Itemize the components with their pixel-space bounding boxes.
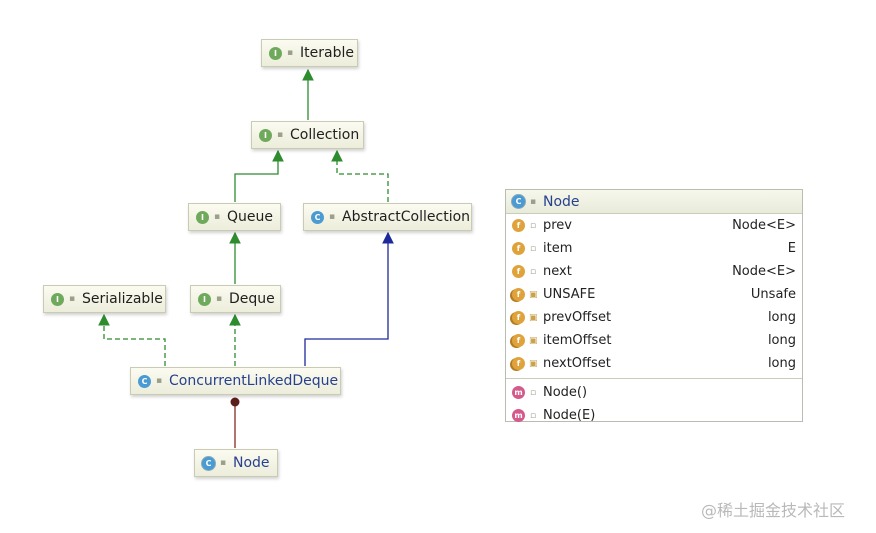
method-name: Node(E) [543, 408, 596, 423]
field-type: long [767, 310, 796, 325]
private-lock-icon: ▣ [529, 289, 538, 300]
private-visibility-icon: ▪ [219, 458, 227, 468]
field-row[interactable]: f ▣ nextOffset long [506, 352, 802, 375]
field-type: long [767, 356, 796, 371]
field-icon: f [512, 219, 525, 232]
field-type: Node<E> [732, 264, 796, 279]
field-type: long [767, 333, 796, 348]
edge-queue-collection [234, 149, 284, 202]
field-row[interactable]: f ▫ next Node<E> [506, 260, 802, 283]
edge-cld-abstractcollection [304, 231, 394, 366]
field-row[interactable]: f ▫ item E [506, 237, 802, 260]
interface-icon: I [198, 292, 211, 306]
node-serializable[interactable]: I ▪ Serializable [43, 285, 166, 313]
interface-icon: I [259, 128, 272, 142]
field-name: itemOffset [543, 333, 612, 348]
static-class-icon: C [512, 195, 525, 208]
interface-icon: I [269, 46, 282, 60]
field-name: nextOffset [543, 356, 611, 371]
private-lock-icon: ▣ [529, 335, 538, 346]
node-concurrent-linked-deque[interactable]: C ▪ ConcurrentLinkedDeque [130, 367, 341, 395]
field-row[interactable]: f ▣ UNSAFE Unsafe [506, 283, 802, 306]
node-collection[interactable]: I ▪ Collection [251, 121, 364, 149]
field-row[interactable]: f ▫ prev Node<E> [506, 214, 802, 237]
public-visibility-icon: ▪ [215, 294, 223, 304]
node-label: Collection [290, 127, 360, 143]
method-row[interactable]: m ▫ Node() [506, 381, 802, 404]
method-icon: m [512, 409, 525, 422]
field-type: Node<E> [732, 218, 796, 233]
field-icon: f [512, 242, 525, 255]
abstract-class-icon: C [311, 210, 324, 224]
package-visibility-icon: ▫ [529, 266, 537, 277]
node-label: AbstractCollection [342, 209, 471, 225]
node-iterable[interactable]: I ▪ Iterable [261, 39, 358, 67]
method-name: Node() [543, 385, 588, 400]
private-lock-icon: ▣ [529, 312, 538, 323]
panel-title: Node [543, 193, 580, 210]
public-visibility-icon: ▪ [155, 376, 163, 386]
method-icon: m [512, 386, 525, 399]
node-label: Iterable [300, 45, 354, 61]
private-visibility-icon: ▪ [529, 196, 537, 207]
interface-icon: I [51, 292, 64, 306]
node-details-panel: C ▪ Node f ▫ prev Node<E> f ▫ item E f ▫… [505, 189, 803, 423]
private-lock-icon: ▣ [529, 358, 538, 369]
field-name: next [543, 264, 572, 279]
interface-icon: I [196, 210, 209, 224]
static-field-icon: f [512, 334, 525, 347]
package-visibility-icon: ▫ [529, 243, 537, 254]
field-name: item [543, 241, 573, 256]
field-row[interactable]: f ▣ itemOffset long [506, 329, 802, 352]
static-class-icon: C [202, 456, 215, 470]
fields-section: f ▫ prev Node<E> f ▫ item E f ▫ next Nod… [506, 214, 802, 375]
field-type: E [787, 241, 796, 256]
node-label: ConcurrentLinkedDeque [169, 373, 339, 389]
public-visibility-icon: ▪ [276, 130, 284, 140]
node-label: Node [233, 455, 270, 471]
watermark: @稀土掘金技术社区 [701, 501, 846, 520]
static-field-icon: f [512, 311, 525, 324]
field-name: UNSAFE [543, 287, 596, 302]
field-name: prevOffset [543, 310, 612, 325]
panel-header[interactable]: C ▪ Node [506, 190, 802, 214]
public-visibility-icon: ▪ [286, 48, 294, 58]
public-visibility-icon: ▪ [68, 294, 76, 304]
node-label: Queue [227, 209, 273, 225]
field-row[interactable]: f ▣ prevOffset long [506, 306, 802, 329]
field-icon: f [512, 265, 525, 278]
package-visibility-icon: ▫ [529, 387, 537, 398]
method-row[interactable]: m ▫ Node(E) [506, 404, 802, 427]
node-abstract-collection[interactable]: C ▪ AbstractCollection [303, 203, 472, 231]
node-node[interactable]: C ▪ Node [194, 449, 278, 477]
static-field-icon: f [512, 288, 525, 301]
public-visibility-icon: ▪ [328, 212, 336, 222]
node-deque[interactable]: I ▪ Deque [190, 285, 281, 313]
static-field-icon: f [512, 357, 525, 370]
node-queue[interactable]: I ▪ Queue [188, 203, 281, 231]
node-label: Deque [229, 291, 275, 307]
edge-abstractcollection-collection [331, 149, 389, 202]
package-visibility-icon: ▫ [529, 220, 537, 231]
edge-cld-serializable [98, 313, 166, 366]
public-visibility-icon: ▪ [213, 212, 221, 222]
inner-class-dot [230, 397, 240, 407]
field-type: Unsafe [750, 287, 796, 302]
package-visibility-icon: ▫ [529, 410, 537, 421]
field-name: prev [543, 218, 573, 233]
methods-section: m ▫ Node() m ▫ Node(E) [506, 378, 802, 427]
class-icon: C [138, 374, 151, 388]
node-label: Serializable [82, 291, 163, 307]
